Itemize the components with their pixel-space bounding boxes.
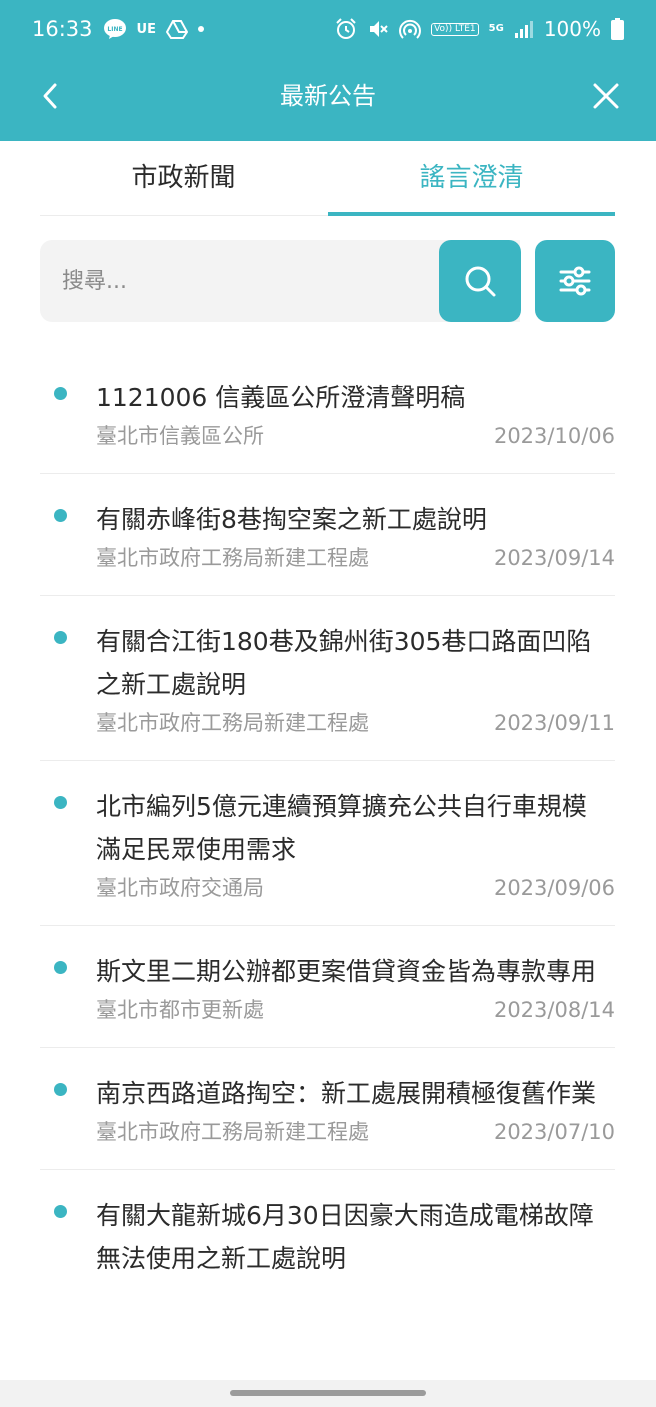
item-date: 2023/10/06 [493,424,615,448]
search-button[interactable] [439,240,521,322]
system-nav-bar [0,1380,656,1407]
home-gesture-handle[interactable] [230,1390,426,1396]
item-meta: 臺北市信義區公所 2023/10/06 [96,421,615,451]
status-bar: 16:33 LINE UE Vo)) LTE1 5G 100% [0,0,656,58]
bullet-dot-icon [54,509,67,522]
item-date: 2023/08/14 [493,998,615,1022]
announcement-list: 1121006 信義區公所澄清聲明稿 臺北市信義區公所 2023/10/06 有… [40,352,615,1302]
close-button[interactable] [586,76,626,116]
bullet-dot-icon [54,387,67,400]
item-title: 有關合江街180巷及錦州街305巷口路面凹陷之新工處說明 [96,627,592,699]
item-title: 斯文里二期公辦都更案借貸資金皆為專款專用 [96,957,597,986]
search-icon [465,266,496,297]
list-item[interactable]: 斯文里二期公辦都更案借貸資金皆為專款專用 臺北市都市更新處 2023/08/14 [40,926,615,1048]
status-time: 16:33 [32,17,93,41]
volte-icon: Vo)) LTE1 [431,22,479,36]
item-date: 2023/07/10 [493,1120,615,1144]
bullet-dot-icon [54,1083,67,1096]
network-5g-icon: 5G [488,23,504,34]
search-row [40,240,615,322]
list-item[interactable]: 有關大龍新城6月30日因豪大雨造成電梯故障無法使用之新工處說明 [40,1170,615,1302]
list-item[interactable]: 北市編列5億元連續預算擴充公共自行車規模 滿足民眾使用需求 臺北市政府交通局 2… [40,761,615,926]
item-date: 2023/09/14 [493,546,615,570]
chevron-left-icon [43,83,57,109]
item-source: 臺北市政府交通局 [96,876,264,900]
item-date: 2023/09/06 [493,876,615,900]
mute-icon [367,18,389,40]
item-source: 臺北市信義區公所 [96,424,264,448]
drive-icon [165,19,188,39]
item-date: 2023/09/11 [493,711,615,735]
item-title: 有關赤峰街8巷掏空案之新工處說明 [96,505,487,534]
filter-button[interactable] [535,240,615,322]
item-source: 臺北市都市更新處 [96,998,264,1022]
hotspot-icon [399,18,422,40]
item-meta: 臺北市都市更新處 2023/08/14 [96,995,615,1025]
item-title: 有關大龍新城6月30日因豪大雨造成電梯故障無法使用之新工處說明 [96,1201,594,1273]
status-left: 16:33 LINE UE [32,17,204,41]
filter-sliders-icon [559,266,591,296]
signal-icon [514,19,534,39]
item-title: 1121006 信義區公所澄清聲明稿 [96,383,466,412]
page-title: 最新公告 [280,82,376,110]
line-icon-text: LINE [107,26,122,33]
status-right: Vo)) LTE1 5G 100% [335,17,624,41]
item-source: 臺北市政府工務局新建工程處 [96,711,369,735]
more-notifications-dot-icon [197,26,204,32]
item-meta: 臺北市政府交通局 2023/09/06 [96,873,615,903]
bullet-dot-icon [54,631,67,644]
list-item[interactable]: 1121006 信義區公所澄清聲明稿 臺北市信義區公所 2023/10/06 [40,352,615,474]
app-header: 16:33 LINE UE Vo)) LTE1 5G 100% 最新公告 [0,0,656,141]
list-item[interactable]: 有關赤峰街8巷掏空案之新工處說明 臺北市政府工務局新建工程處 2023/09/1… [40,474,615,596]
item-meta: 臺北市政府工務局新建工程處 2023/09/14 [96,543,615,573]
item-meta: 臺北市政府工務局新建工程處 2023/07/10 [96,1117,615,1147]
line-app-icon: LINE [103,18,127,40]
tab-bar: 市政新聞 謠言澄清 [40,141,615,216]
ue-notification-icon: UE [136,21,156,37]
title-bar: 最新公告 [0,58,656,134]
bullet-dot-icon [54,1205,67,1218]
battery-icon [611,18,624,40]
item-source: 臺北市政府工務局新建工程處 [96,546,369,570]
item-title: 南京西路道路掏空：新工處展開積極復舊作業 [96,1079,597,1108]
bullet-dot-icon [54,961,67,974]
list-item[interactable]: 有關合江街180巷及錦州街305巷口路面凹陷之新工處說明 臺北市政府工務局新建工… [40,596,615,761]
bullet-dot-icon [54,796,67,809]
tab-city-news[interactable]: 市政新聞 [40,141,327,215]
item-title: 北市編列5億元連續預算擴充公共自行車規模 滿足民眾使用需求 [96,792,587,864]
tab-rumor-clarification[interactable]: 謠言澄清 [328,141,615,216]
close-icon [593,83,619,109]
search-input[interactable] [40,240,440,322]
alarm-icon [335,18,357,40]
list-item[interactable]: 南京西路道路掏空：新工處展開積極復舊作業 臺北市政府工務局新建工程處 2023/… [40,1048,615,1170]
item-source: 臺北市政府工務局新建工程處 [96,1120,369,1144]
battery-percent: 100% [543,17,601,41]
back-button[interactable] [30,76,70,116]
item-meta: 臺北市政府工務局新建工程處 2023/09/11 [96,708,615,738]
